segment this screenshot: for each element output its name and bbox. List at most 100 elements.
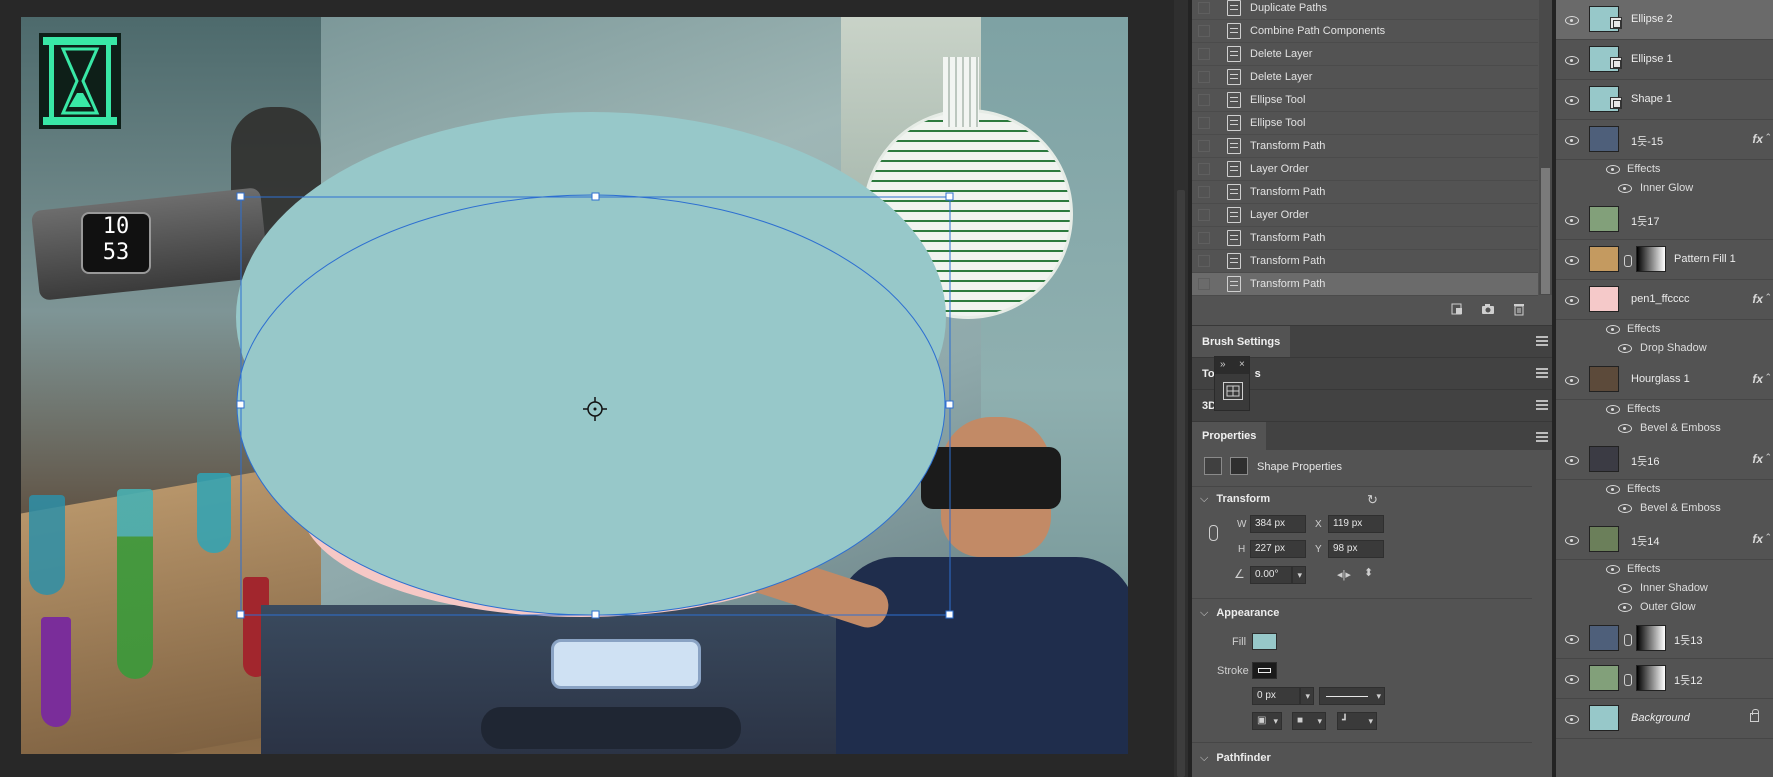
eye-icon[interactable] — [1606, 565, 1620, 574]
history-brush-source-checkbox[interactable] — [1198, 140, 1210, 152]
eye-icon[interactable] — [1618, 584, 1632, 593]
transform-section-header[interactable]: ⌵ Transform — [1200, 493, 1270, 506]
history-item[interactable]: Delete Layer — [1192, 43, 1538, 66]
document-canvas[interactable]: 10 53 — [21, 17, 1128, 754]
fx-icon[interactable]: fx — [1752, 532, 1763, 546]
eye-icon[interactable] — [1606, 325, 1620, 334]
history-item[interactable]: Ellipse Tool — [1192, 89, 1538, 112]
live-shape-properties-icon[interactable] — [1204, 457, 1222, 475]
history-brush-source-checkbox[interactable] — [1198, 163, 1210, 175]
eye-icon[interactable] — [1618, 184, 1632, 193]
history-item[interactable]: Transform Path — [1192, 135, 1538, 158]
fx-icon[interactable]: fx — [1752, 372, 1763, 386]
stroke-swatch[interactable] — [1252, 662, 1277, 679]
tool-presets-icon[interactable] — [1223, 382, 1243, 400]
link-icon[interactable] — [1624, 674, 1632, 686]
history-item[interactable]: Transform Path — [1192, 273, 1538, 296]
layer-row[interactable]: 1듯13 — [1556, 619, 1773, 659]
angle-dropdown[interactable]: ▾ — [1292, 566, 1306, 584]
panel-menu-icon[interactable] — [1536, 368, 1548, 380]
new-document-from-state-icon[interactable] — [1450, 302, 1464, 316]
eye-icon[interactable] — [1565, 456, 1579, 465]
layer-row[interactable]: Ellipse 1 — [1556, 40, 1773, 80]
eye-icon[interactable] — [1565, 296, 1579, 305]
history-item[interactable]: Delete Layer — [1192, 66, 1538, 89]
stroke-align-dropdown[interactable]: ▣ ▾ — [1252, 712, 1282, 730]
effect-item[interactable]: Inner Shadow — [1556, 579, 1773, 598]
layer-row[interactable]: Shape 1 — [1556, 80, 1773, 120]
fx-icon[interactable]: fx — [1752, 452, 1763, 466]
chevron-up-icon[interactable]: ⌃ — [1764, 372, 1772, 383]
layer-row[interactable]: Background — [1556, 699, 1773, 739]
reset-icon[interactable]: ↻ — [1367, 492, 1381, 507]
history-brush-source-checkbox[interactable] — [1198, 25, 1210, 37]
reference-point-icon[interactable] — [582, 396, 608, 422]
angle-field[interactable]: 0.00° — [1250, 566, 1292, 584]
history-brush-source-checkbox[interactable] — [1198, 255, 1210, 267]
history-item[interactable]: Duplicate Paths — [1192, 0, 1538, 20]
eye-icon[interactable] — [1565, 56, 1579, 65]
eye-icon[interactable] — [1565, 136, 1579, 145]
eye-icon[interactable] — [1565, 96, 1579, 105]
history-brush-source-checkbox[interactable] — [1198, 186, 1210, 198]
eye-icon[interactable] — [1565, 536, 1579, 545]
history-brush-source-checkbox[interactable] — [1198, 94, 1210, 106]
flip-vertical-icon[interactable]: ⬍ — [1364, 566, 1373, 579]
canvas-scrollbar-thumb[interactable] — [1177, 190, 1185, 777]
width-field[interactable]: 384 px — [1250, 515, 1306, 533]
history-item[interactable]: Layer Order — [1192, 158, 1538, 181]
eye-icon[interactable] — [1565, 216, 1579, 225]
eye-icon[interactable] — [1606, 405, 1620, 414]
trash-icon[interactable] — [1512, 302, 1526, 316]
expand-icon[interactable]: » — [1220, 359, 1226, 370]
fx-icon[interactable]: fx — [1752, 292, 1763, 306]
layer-mask-thumbnail[interactable] — [1636, 246, 1666, 272]
effects-row[interactable]: Effects — [1556, 560, 1773, 579]
layer-row[interactable]: 1듯16 fx ⌃ — [1556, 440, 1773, 480]
effects-row[interactable]: Effects — [1556, 320, 1773, 339]
history-brush-source-checkbox[interactable] — [1198, 278, 1210, 290]
layer-row[interactable]: pen1_ffcccc fx ⌃ — [1556, 280, 1773, 320]
history-brush-source-checkbox[interactable] — [1198, 71, 1210, 83]
height-field[interactable]: 227 px — [1250, 540, 1306, 558]
effect-item[interactable]: Inner Glow — [1556, 179, 1773, 198]
layer-row[interactable]: 1듯-15 fx ⌃ — [1556, 120, 1773, 160]
eye-icon[interactable] — [1618, 603, 1632, 612]
history-item[interactable]: Transform Path — [1192, 227, 1538, 250]
effects-row[interactable]: Effects — [1556, 480, 1773, 499]
history-item[interactable]: Combine Path Components — [1192, 20, 1538, 43]
history-brush-source-checkbox[interactable] — [1198, 232, 1210, 244]
eye-icon[interactable] — [1565, 16, 1579, 25]
chevron-up-icon[interactable]: ⌃ — [1764, 452, 1772, 463]
history-item[interactable]: Ellipse Tool — [1192, 112, 1538, 135]
fx-icon[interactable]: fx — [1752, 132, 1763, 146]
stroke-width-dropdown[interactable]: ▾ — [1300, 687, 1314, 705]
layer-row[interactable]: Pattern Fill 1 — [1556, 240, 1773, 280]
canvas-scrollbar[interactable] — [1174, 0, 1188, 777]
floating-panel[interactable]: » × — [1214, 356, 1250, 411]
layer-mask-thumbnail[interactable] — [1636, 625, 1666, 651]
layer-row[interactable]: Ellipse 2 — [1556, 0, 1773, 40]
history-item[interactable]: Transform Path — [1192, 250, 1538, 273]
fill-swatch[interactable] — [1252, 633, 1277, 650]
panel-menu-icon[interactable] — [1536, 336, 1548, 348]
chevron-up-icon[interactable]: ⌃ — [1764, 532, 1772, 543]
effects-row[interactable]: Effects — [1556, 160, 1773, 179]
history-brush-source-checkbox[interactable] — [1198, 117, 1210, 129]
chevron-up-icon[interactable]: ⌃ — [1764, 132, 1772, 143]
panel-menu-icon[interactable] — [1536, 432, 1548, 444]
panel-menu-icon[interactable] — [1536, 400, 1548, 412]
close-icon[interactable]: × — [1239, 359, 1245, 370]
layer-row[interactable]: 1듯12 — [1556, 659, 1773, 699]
effect-item[interactable]: Outer Glow — [1556, 598, 1773, 617]
history-brush-source-checkbox[interactable] — [1198, 2, 1210, 14]
effect-item[interactable]: Bevel & Emboss — [1556, 499, 1773, 518]
tab-brush-settings[interactable]: Brush Settings — [1192, 326, 1291, 358]
eye-icon[interactable] — [1606, 485, 1620, 494]
layer-row[interactable]: 1듯17 — [1556, 200, 1773, 240]
link-icon[interactable] — [1209, 525, 1218, 541]
effect-item[interactable]: Bevel & Emboss — [1556, 419, 1773, 438]
link-icon[interactable] — [1624, 634, 1632, 646]
history-item[interactable]: Transform Path — [1192, 181, 1538, 204]
canvas-area[interactable]: 10 53 — [0, 0, 1174, 777]
